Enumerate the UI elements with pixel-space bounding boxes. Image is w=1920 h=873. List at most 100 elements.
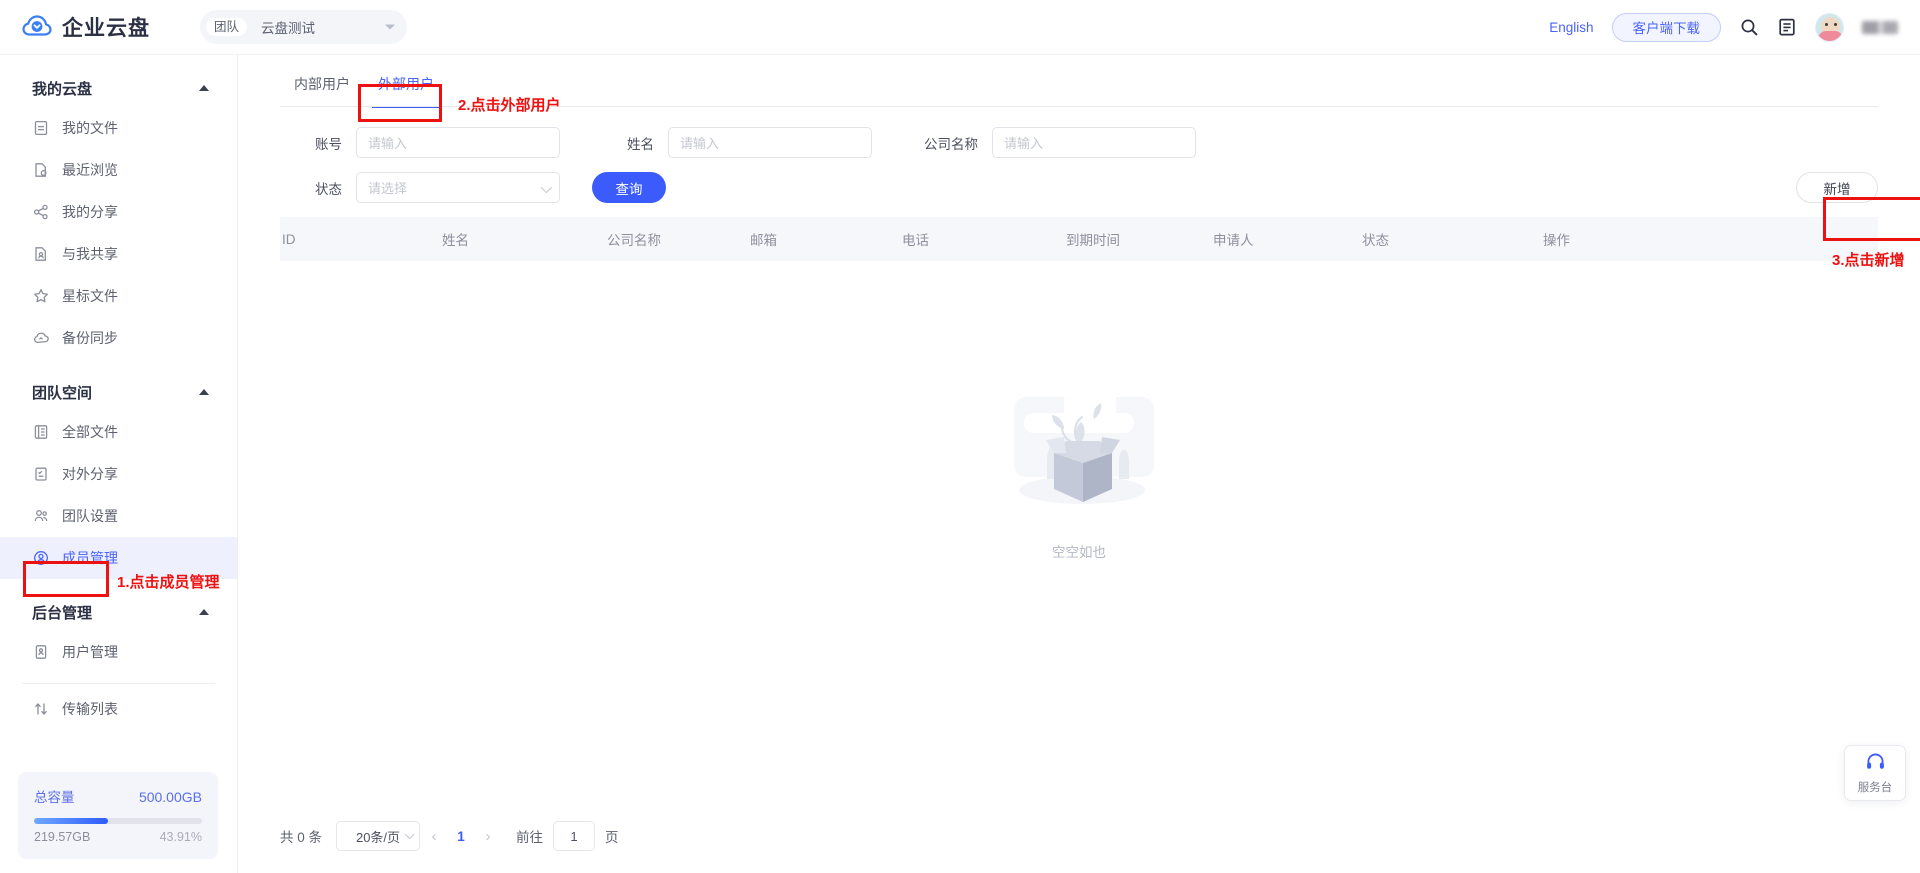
- sidebar-item-recent[interactable]: 最近浏览: [0, 149, 237, 191]
- sidebar-group-my-cloud[interactable]: 我的云盘: [0, 69, 237, 107]
- field-account: 账号 请输入: [280, 127, 560, 158]
- status-select-placeholder: 请选择: [368, 181, 408, 196]
- name-input[interactable]: 请输入: [668, 127, 872, 158]
- sidebar-item-label: 我的分享: [62, 204, 118, 220]
- annotation-text-step2: 2.点击外部用户: [458, 97, 561, 114]
- quota-total: 500.00GB: [138, 789, 202, 805]
- main-content: 内部用户 外部用户 账号 请输入 姓名 请输入 公司名称 请输入 状态 请选择 …: [238, 55, 1920, 873]
- sidebar-item-user-management[interactable]: 用户管理: [0, 631, 237, 673]
- company-input-placeholder: 请输入: [1004, 136, 1044, 151]
- language-switch[interactable]: English: [1549, 20, 1593, 35]
- service-desk-widget[interactable]: 服务台: [1844, 745, 1906, 801]
- notes-icon[interactable]: [1777, 17, 1797, 37]
- quota-progress-bar: [34, 818, 202, 824]
- transfer-icon: [32, 701, 49, 718]
- column-operation: 操作: [1543, 233, 1570, 248]
- field-company: 公司名称 请输入: [904, 127, 1196, 158]
- pagination-goto-label: 前往: [516, 830, 544, 845]
- page-size-select[interactable]: 20条/页: [336, 821, 421, 851]
- sidebar-group-admin[interactable]: 后台管理: [0, 593, 237, 631]
- shared-with-me-icon: [32, 246, 49, 263]
- chevron-up-icon[interactable]: [199, 389, 209, 395]
- tab-internal-users[interactable]: 内部用户: [280, 74, 364, 107]
- tab-external-users[interactable]: 外部用户: [364, 74, 448, 108]
- sidebar-item-label: 全部文件: [62, 424, 118, 440]
- add-button[interactable]: 新增: [1796, 172, 1878, 203]
- pagination-page-unit: 页: [605, 830, 619, 845]
- column-company: 公司名称: [607, 233, 661, 248]
- field-company-label: 公司名称: [924, 136, 978, 152]
- search-icon[interactable]: [1739, 17, 1759, 37]
- status-select[interactable]: 请选择: [356, 172, 560, 203]
- field-status-label: 状态: [315, 181, 342, 197]
- chevron-down-icon: [540, 181, 553, 193]
- team-picker[interactable]: 团队 云盘测试: [200, 10, 407, 44]
- field-status: 状态 请选择: [280, 172, 560, 203]
- chevron-right-icon[interactable]: ›: [474, 821, 502, 851]
- sidebar-item-external-share[interactable]: 对外分享: [0, 453, 237, 495]
- filter-area: 账号 请输入 姓名 请输入 公司名称 请输入 状态 请选择 查询 新增: [238, 107, 1920, 203]
- empty-box-illustration: [984, 367, 1174, 537]
- account-input[interactable]: 请输入: [356, 127, 560, 158]
- top-header: 企业云盘 团队 云盘测试 English 客户端下载: [0, 0, 1920, 55]
- id-card-icon: [32, 644, 49, 661]
- sidebar-item-backup-sync[interactable]: 备份同步: [0, 317, 237, 359]
- column-phone: 电话: [902, 233, 929, 248]
- sidebar-item-label: 与我共享: [62, 246, 118, 262]
- avatar[interactable]: [1815, 12, 1844, 42]
- column-status: 状态: [1362, 233, 1389, 248]
- sidebar-item-transfer-list[interactable]: 传输列表: [0, 688, 237, 730]
- field-account-label: 账号: [315, 136, 342, 152]
- sidebar-item-label: 团队设置: [62, 508, 118, 524]
- user-circle-icon: [32, 550, 49, 567]
- service-desk-label: 服务台: [1857, 782, 1893, 794]
- sidebar-item-shared-with-me[interactable]: 与我共享: [0, 233, 237, 275]
- sidebar-item-starred[interactable]: 星标文件: [0, 275, 237, 317]
- sidebar-group-label: 我的云盘: [32, 80, 93, 98]
- quota-label: 总容量: [34, 790, 75, 805]
- sidebar-group-label: 后台管理: [32, 604, 93, 622]
- pagination: 共 0 条 20条/页 ‹ 1 › 前往 1 页: [280, 821, 619, 851]
- sidebar-item-label: 传输列表: [62, 701, 118, 717]
- sidebar: 我的云盘 我的文件 最近浏览 我的分享 与我共享 星标文件 备份同步 团队空间 …: [0, 55, 238, 873]
- client-download-button[interactable]: 客户端下载: [1611, 12, 1721, 42]
- sidebar-group-team-space[interactable]: 团队空间: [0, 373, 237, 411]
- chevron-left-icon[interactable]: ‹: [420, 821, 448, 851]
- cloud-sync-icon: [32, 330, 49, 347]
- sidebar-item-team-settings[interactable]: 团队设置: [0, 495, 237, 537]
- sidebar-item-my-files[interactable]: 我的文件: [0, 107, 237, 149]
- quota-percent: 43.91%: [159, 830, 202, 844]
- chevron-down-icon: [404, 828, 415, 839]
- annotation-text-step3: 3.点击新增: [1832, 252, 1905, 269]
- members-table: ID 姓名 公司名称 邮箱 电话 到期时间 申请人 状态 操作 空空如也: [238, 217, 1920, 667]
- table-header-row: ID 姓名 公司名称 邮箱 电话 到期时间 申请人 状态 操作: [280, 217, 1878, 261]
- pagination-goto-input[interactable]: 1: [553, 821, 596, 851]
- sidebar-item-label: 星标文件: [62, 288, 118, 304]
- sidebar-divider: [22, 683, 215, 684]
- column-applicant: 申请人: [1213, 233, 1254, 248]
- sidebar-item-all-files[interactable]: 全部文件: [0, 411, 237, 453]
- users-icon: [32, 508, 49, 525]
- company-input[interactable]: 请输入: [992, 127, 1196, 158]
- quota-used: 219.57GB: [34, 830, 91, 844]
- sidebar-item-label: 最近浏览: [62, 162, 118, 178]
- empty-state-text: 空空如也: [1052, 545, 1106, 560]
- brand[interactable]: 企业云盘: [22, 12, 150, 42]
- star-icon: [32, 288, 49, 305]
- name-input-placeholder: 请输入: [680, 136, 720, 151]
- query-button[interactable]: 查询: [592, 172, 666, 203]
- annotation-text-step1: 1.点击成员管理: [117, 574, 220, 591]
- sidebar-item-my-shares[interactable]: 我的分享: [0, 191, 237, 233]
- table-empty-state: 空空如也: [280, 261, 1878, 667]
- chevron-down-icon: [385, 24, 395, 30]
- sidebar-item-label: 备份同步: [62, 330, 118, 346]
- field-name-label: 姓名: [627, 136, 654, 152]
- team-selected-value: 云盘测试: [261, 21, 316, 36]
- app-root: 企业云盘 团队 云盘测试 English 客户端下载 我的云盘 我的文件 最近浏…: [0, 0, 1920, 873]
- headset-icon: [1865, 751, 1886, 777]
- chevron-up-icon[interactable]: [199, 609, 209, 615]
- chevron-up-icon[interactable]: [199, 85, 209, 91]
- page-number-1[interactable]: 1: [448, 829, 474, 844]
- sidebar-item-label: 对外分享: [62, 466, 118, 482]
- external-share-icon: [32, 466, 49, 483]
